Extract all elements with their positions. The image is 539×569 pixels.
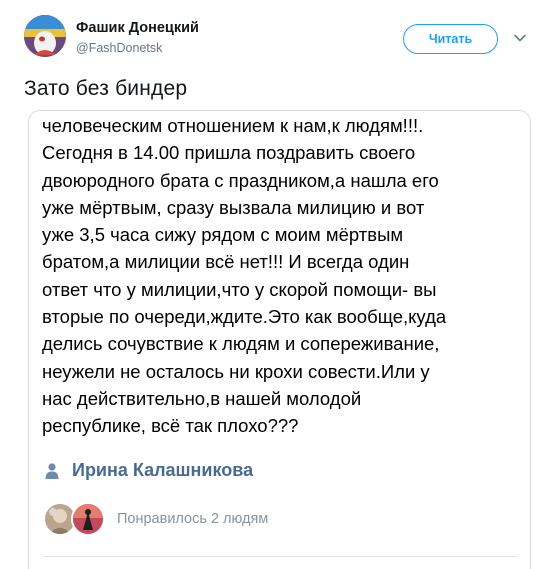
author-name[interactable]: Ирина Калашникова bbox=[72, 460, 253, 481]
person-icon bbox=[45, 462, 59, 479]
post-body: человеческим отношением к нам,к людям!!!… bbox=[42, 115, 447, 437]
avatar[interactable] bbox=[24, 15, 66, 57]
tweet-text: Зато без биндер bbox=[24, 77, 188, 100]
likes-count: Понравилось 2 людям bbox=[117, 511, 269, 527]
account-handle[interactable]: @FashDonetsk bbox=[76, 41, 162, 55]
tweet-header: Фашик Донецкий @FashDonetsk Читать bbox=[0, 0, 539, 70]
follow-button[interactable]: Читать bbox=[403, 24, 498, 54]
account-name[interactable]: Фашик Донецкий bbox=[76, 20, 199, 36]
embedded-post-card: человеческим отношением к нам,к людям!!!… bbox=[28, 110, 531, 569]
chevron-down-icon[interactable] bbox=[513, 31, 527, 45]
post-author[interactable]: Ирина Калашникова bbox=[45, 460, 253, 481]
likes-row[interactable]: Понравилось 2 людям bbox=[43, 502, 268, 536]
divider bbox=[43, 556, 518, 557]
like-avatar[interactable] bbox=[71, 502, 105, 536]
